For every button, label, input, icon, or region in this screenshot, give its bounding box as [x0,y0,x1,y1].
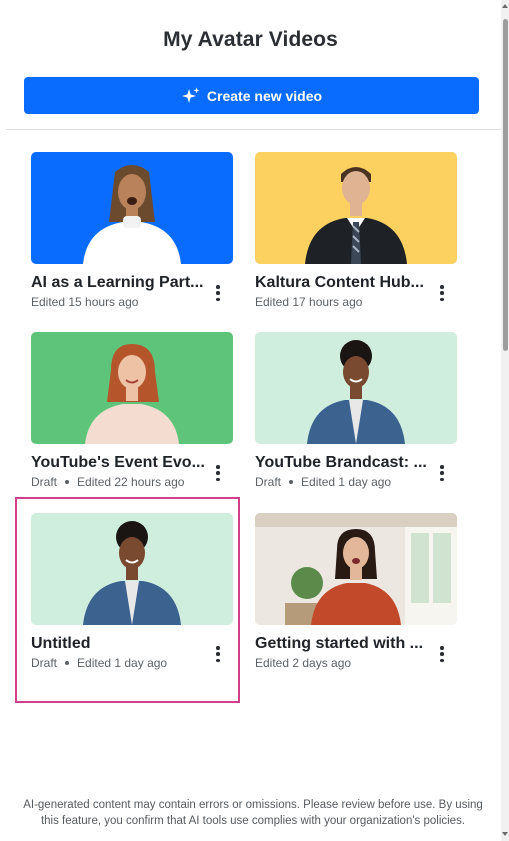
video-title[interactable]: AI as a Learning Part... [31,274,209,292]
separator-dot [65,661,70,665]
edited-time: Edited 1 day ago [77,656,168,670]
video-card[interactable]: Kaltura Content Hub... Edited 17 hours a… [255,152,467,312]
video-meta: Edited 15 hours ago [31,295,138,309]
video-thumbnail[interactable] [31,332,233,444]
edited-time: Edited 1 day ago [301,475,392,489]
video-card[interactable]: YouTube Brandcast: ... Draft Edited 1 da… [255,332,467,492]
disclaimer-line-2: this feature, you confirm that AI tools … [40,815,466,827]
video-title[interactable]: Kaltura Content Hub... [255,274,433,292]
video-meta: Draft Edited 1 day ago [255,475,391,489]
video-status: Draft [255,475,282,489]
video-meta: Edited 17 hours ago [255,295,362,309]
sparkle-icon [181,87,201,105]
video-card-selected[interactable]: Untitled Draft Edited 1 day ago [31,513,243,673]
more-options-icon[interactable] [211,283,225,303]
more-options-icon[interactable] [211,644,225,664]
video-thumbnail[interactable] [31,152,233,264]
ai-disclaimer: AI-generated content may contain errors … [10,797,496,829]
vertical-scrollbar[interactable] [501,0,509,841]
page-title: My Avatar Videos [163,28,338,51]
edited-time: Edited 22 hours ago [77,475,185,489]
video-card[interactable]: Getting started with ... Edited 2 days a… [255,513,467,673]
video-meta: Draft Edited 1 day ago [31,656,167,670]
video-thumbnail[interactable] [255,332,457,444]
video-meta: Edited 2 days ago [255,656,351,670]
create-new-video-label: Create new video [206,87,323,104]
video-thumbnail[interactable] [255,513,457,625]
create-new-video-button[interactable]: Create new video [24,77,479,114]
video-meta: Draft Edited 22 hours ago [31,475,184,489]
video-title[interactable]: YouTube's Event Evo... [31,454,209,472]
video-thumbnail[interactable] [31,513,233,625]
more-options-icon[interactable] [211,463,225,483]
video-title[interactable]: Untitled [31,635,209,653]
video-status: Draft [31,656,58,670]
edited-time: Edited 15 hours ago [31,295,139,309]
scrollbar-thumb[interactable] [503,19,508,351]
more-options-icon[interactable] [435,463,449,483]
disclaimer-line-1: AI-generated content may contain errors … [23,799,483,811]
more-options-icon[interactable] [435,644,449,664]
avatar-videos-panel: My Avatar Videos Create new video AI as … [0,0,501,841]
edited-time: Edited 2 days ago [255,656,352,670]
video-title[interactable]: YouTube Brandcast: ... [255,454,433,472]
header-divider [6,129,501,130]
video-card[interactable]: YouTube's Event Evo... Draft Edited 22 h… [31,332,243,492]
video-title[interactable]: Getting started with ... [255,635,433,653]
video-status: Draft [31,475,58,489]
separator-dot [289,480,294,484]
edited-time: Edited 17 hours ago [255,295,363,309]
scroll-up-icon[interactable] [502,4,508,8]
scroll-down-icon[interactable] [502,832,508,836]
video-thumbnail[interactable] [255,152,457,264]
video-card[interactable]: AI as a Learning Part... Edited 15 hours… [31,152,243,312]
separator-dot [65,480,70,484]
more-options-icon[interactable] [435,283,449,303]
